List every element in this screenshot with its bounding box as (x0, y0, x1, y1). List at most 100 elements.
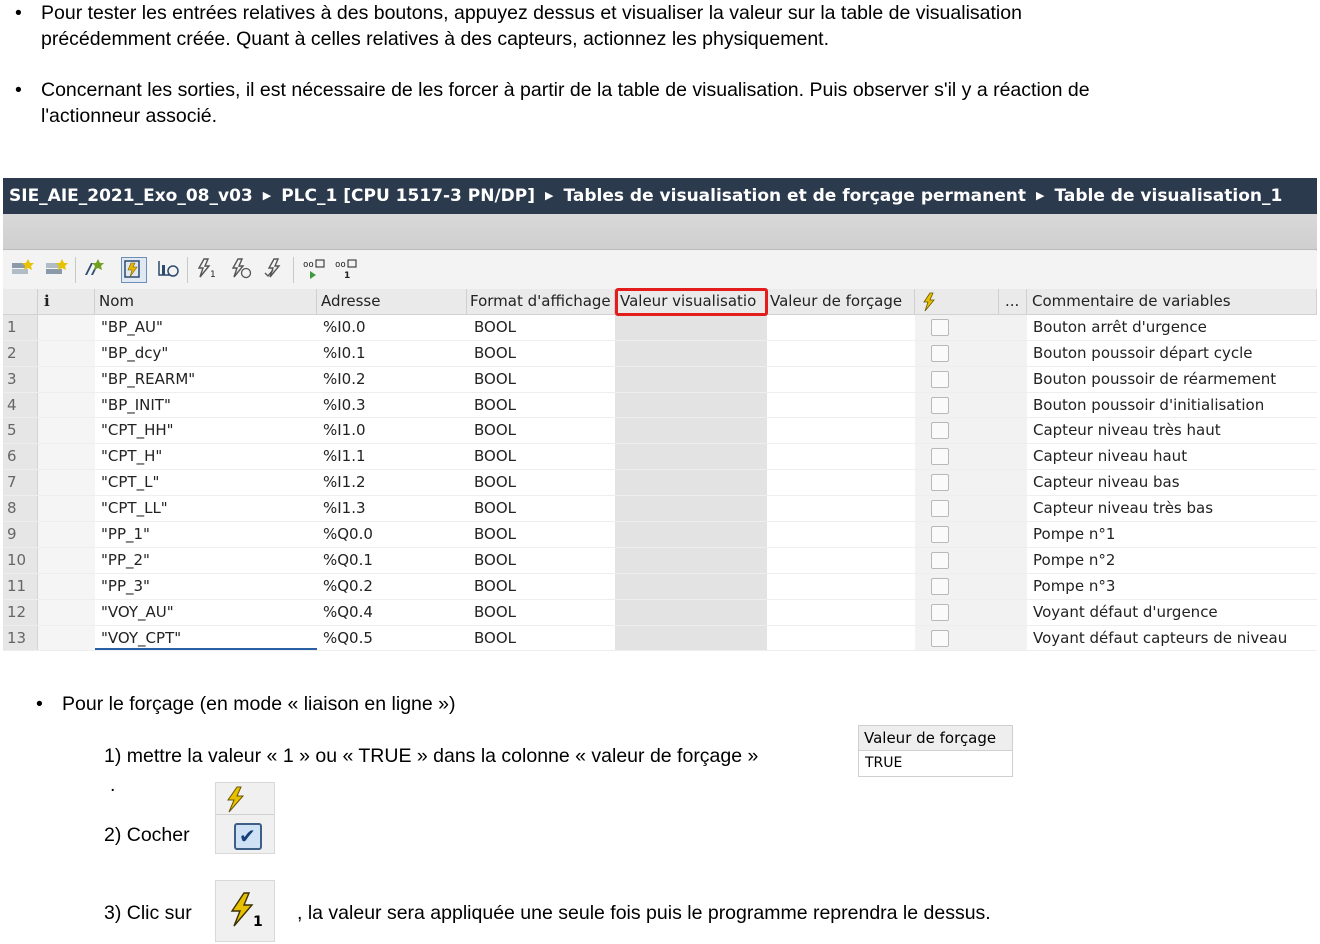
name-cell[interactable]: "BP_AU" (95, 315, 317, 340)
monitor-value-cell[interactable] (615, 547, 767, 573)
modify-flag-cell[interactable] (915, 573, 999, 599)
display-format-cell[interactable]: BOOL (467, 367, 615, 392)
modify-checkbox[interactable] (931, 422, 949, 440)
name-cell[interactable]: "CPT_L" (95, 470, 317, 495)
modify-flag-cell[interactable] (915, 522, 999, 547)
column-header-info[interactable]: i (38, 289, 95, 314)
modify-value-cell[interactable] (767, 626, 915, 651)
modify-value-cell[interactable] (767, 496, 915, 521)
row-number[interactable]: 9 (3, 522, 38, 547)
address-cell[interactable]: %I0.1 (317, 341, 467, 366)
address-cell[interactable]: %I0.3 (317, 393, 467, 418)
address-cell[interactable]: %Q0.4 (317, 600, 467, 625)
modify-once-widget[interactable]: 1 (215, 880, 275, 942)
force-checkbox-checked[interactable]: ✔ (234, 823, 262, 850)
column-header-modify-value[interactable]: Valeur de forçage (767, 289, 915, 314)
display-format-cell[interactable]: BOOL (467, 496, 615, 521)
row-number[interactable]: 11 (3, 573, 38, 599)
modify-value-cell[interactable] (767, 444, 915, 469)
column-header-modify-flag[interactable] (915, 289, 999, 314)
address-cell[interactable]: %I1.0 (317, 418, 467, 443)
row-info-cell[interactable] (38, 625, 95, 651)
name-cell[interactable]: "PP_1" (95, 522, 317, 547)
row-number[interactable]: 12 (3, 599, 38, 625)
modify-flag-cell[interactable] (915, 418, 999, 444)
display-format-cell[interactable]: BOOL (467, 574, 615, 599)
address-cell[interactable]: %Q0.1 (317, 548, 467, 573)
display-format-cell[interactable]: BOOL (467, 522, 615, 547)
ellipsis-cell[interactable] (999, 340, 1027, 366)
comment-cell[interactable]: Capteur niveau très bas (1027, 496, 1317, 521)
row-number[interactable]: 1 (3, 314, 38, 340)
modify-checkbox[interactable] (931, 577, 949, 595)
column-header-comment[interactable]: Commentaire de variables (1027, 289, 1317, 314)
display-format-cell[interactable]: BOOL (467, 600, 615, 625)
modify-checkbox[interactable] (931, 526, 949, 544)
row-info-cell[interactable] (38, 418, 95, 444)
comment-cell[interactable]: Bouton arrêt d'urgence (1027, 315, 1317, 340)
row-number[interactable]: 3 (3, 366, 38, 392)
table-row[interactable]: 1 "BP_AU" %I0.0 BOOL Bouton arrêt d'urgence (3, 314, 1317, 341)
display-format-cell[interactable]: BOOL (467, 626, 615, 651)
modify-flag-cell[interactable] (915, 547, 999, 573)
table-row[interactable]: 11 "PP_3" %Q0.2 BOOL Pompe n°3 (3, 573, 1317, 600)
monitor-value-cell[interactable] (615, 573, 767, 599)
modify-value-cell[interactable] (767, 315, 915, 340)
table-row[interactable]: 7 "CPT_L" %I1.2 BOOL Capteur niveau bas (3, 470, 1317, 497)
ellipsis-cell[interactable] (999, 496, 1027, 522)
show-all-columns-icon[interactable]: oo (301, 257, 327, 283)
comment-cell[interactable]: Voyant défaut d'urgence (1027, 600, 1317, 625)
address-cell[interactable]: %I1.2 (317, 470, 467, 495)
ellipsis-cell[interactable] (999, 573, 1027, 599)
modify-flag-cell[interactable] (915, 599, 999, 625)
breadcrumb-watch-table[interactable]: Table de visualisation_1 (1054, 186, 1282, 206)
address-cell[interactable]: %Q0.2 (317, 574, 467, 599)
column-header-name[interactable]: Nom (95, 289, 317, 314)
row-info-cell[interactable] (38, 573, 95, 599)
name-cell[interactable]: "PP_2" (95, 548, 317, 573)
row-info-cell[interactable] (38, 340, 95, 366)
ellipsis-cell[interactable] (999, 547, 1027, 573)
row-info-cell[interactable] (38, 599, 95, 625)
display-format-cell[interactable]: BOOL (467, 315, 615, 340)
name-cell[interactable]: "CPT_H" (95, 444, 317, 469)
table-row[interactable]: 8 "CPT_LL" %I1.3 BOOL Capteur niveau très ba… (3, 496, 1317, 523)
modify-checkbox[interactable] (931, 344, 949, 362)
comment-cell[interactable]: Voyant défaut capteurs de niveau (1027, 626, 1317, 651)
breadcrumb-plc[interactable]: PLC_1 [CPU 1517-3 PN/DP] (281, 186, 535, 206)
enable-peripheral-outputs-icon[interactable] (261, 257, 287, 283)
comment-cell[interactable]: Capteur niveau bas (1027, 470, 1317, 495)
modify-checkbox[interactable] (931, 474, 949, 492)
row-info-cell[interactable] (38, 366, 95, 392)
monitor-all-icon[interactable] (81, 257, 107, 283)
modify-value-cell[interactable] (767, 418, 915, 443)
insert-row-icon[interactable] (9, 257, 35, 283)
modify-value-cell[interactable] (767, 600, 915, 625)
ellipsis-cell[interactable] (999, 444, 1027, 470)
address-cell[interactable]: %Q0.5 (317, 626, 467, 651)
ellipsis-cell[interactable] (999, 314, 1027, 340)
modify-flag-cell[interactable] (915, 470, 999, 496)
row-info-cell[interactable] (38, 444, 95, 470)
monitor-value-cell[interactable] (615, 599, 767, 625)
address-cell[interactable]: %I1.3 (317, 496, 467, 521)
monitor-value-cell[interactable] (615, 522, 767, 547)
modify-value-cell[interactable] (767, 574, 915, 599)
comment-cell[interactable]: Bouton poussoir de réarmement (1027, 367, 1317, 392)
force-value-cell[interactable]: TRUE (859, 751, 1012, 776)
name-cell[interactable]: "VOY_AU" (95, 600, 317, 625)
comment-cell[interactable]: Pompe n°3 (1027, 574, 1317, 599)
modify-value-cell[interactable] (767, 367, 915, 392)
modify-flag-cell[interactable] (915, 340, 999, 366)
show-forcing-columns-icon[interactable]: oo 1 (333, 257, 359, 283)
row-info-cell[interactable] (38, 522, 95, 547)
table-row[interactable]: 10 "PP_2" %Q0.1 BOOL Pompe n°2 (3, 547, 1317, 574)
row-info-cell[interactable] (38, 496, 95, 522)
ellipsis-cell[interactable] (999, 392, 1027, 418)
display-format-cell[interactable]: BOOL (467, 341, 615, 366)
monitor-value-cell[interactable] (615, 496, 767, 522)
modify-checkbox[interactable] (931, 396, 949, 414)
monitor-value-cell[interactable] (615, 392, 767, 418)
comment-cell[interactable]: Bouton poussoir départ cycle (1027, 341, 1317, 366)
modify-flag-cell[interactable] (915, 625, 999, 651)
